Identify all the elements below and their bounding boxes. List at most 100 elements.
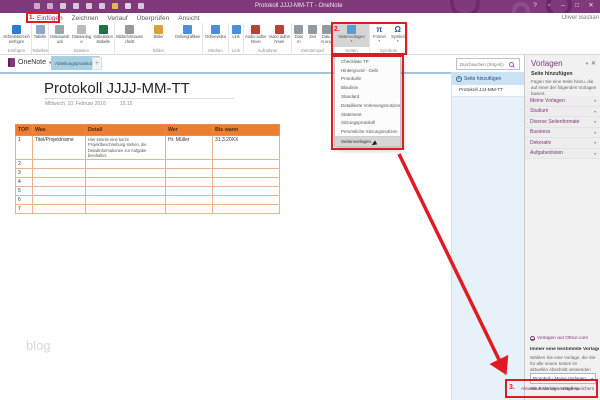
table-cell[interactable] <box>212 159 280 170</box>
table-header-cell[interactable]: Bis wann <box>212 124 280 136</box>
ribbon-display-options-button[interactable]: ▫ <box>542 1 556 11</box>
minimize-button[interactable]: – <box>556 1 570 11</box>
table-cell[interactable] <box>85 204 166 215</box>
ribbon-button-audio-aufnehmen[interactable]: Audio aufnehmen <box>244 23 268 47</box>
table-cell[interactable]: 4 <box>15 177 33 188</box>
table-header-cell[interactable]: Detail <box>85 124 166 136</box>
close-button[interactable]: ✕ <box>584 1 598 11</box>
table-cell[interactable] <box>32 159 86 170</box>
pen-icon[interactable] <box>60 3 66 9</box>
table-cell[interactable] <box>212 186 280 197</box>
ribbon-button-kalkulationstabelle[interactable]: Kalkulationstabelle <box>92 23 114 47</box>
office-com-templates-link[interactable]: Vorlagen auf Office.com <box>530 336 600 341</box>
table-cell[interactable] <box>85 186 166 197</box>
page-title[interactable]: Protokoll JJJJ-MM-TT <box>44 80 190 97</box>
ribbon-button-video-aufnehmen[interactable]: Video aufnehmen <box>268 23 292 47</box>
table-cell[interactable] <box>165 204 213 215</box>
table-cell[interactable] <box>85 159 166 170</box>
template-categories: Meine Vorlagen ▾ Studium ▾ Diverse Seitenfor… <box>525 96 600 159</box>
back-icon[interactable] <box>34 3 40 9</box>
help-button[interactable]: ? <box>528 1 542 11</box>
table-cell[interactable]: 3 <box>15 168 33 179</box>
template-category-studium[interactable]: Studium ▾ <box>525 106 600 117</box>
flag-icon[interactable] <box>73 3 79 9</box>
pane-options-icon[interactable]: ▾ <box>586 61 588 67</box>
ribbon-tab-überprüfen[interactable]: Überprüfen <box>137 15 170 22</box>
search-icon <box>509 61 514 67</box>
ribbon-button-link[interactable]: Link <box>229 23 243 47</box>
add-page-button[interactable]: + Seite hinzufügen <box>452 72 524 85</box>
table-cell[interactable] <box>85 195 166 206</box>
ribbon-button-bildschirmausschnitt[interactable]: Bildschirmausschnitt <box>115 23 144 47</box>
table-cell[interactable] <box>212 204 280 215</box>
table-cell[interactable]: Titel/Projektname <box>32 134 86 161</box>
table-cell[interactable]: 2 <box>15 159 33 170</box>
notebook-icon[interactable] <box>125 3 131 9</box>
table-cell[interactable] <box>32 177 86 188</box>
table-row: 7 <box>15 204 280 215</box>
lightning-icon[interactable] <box>99 3 105 9</box>
screen-clipping-icon <box>125 25 134 34</box>
table-header-cell[interactable]: Was <box>32 124 86 136</box>
ribbon-tab-ansicht[interactable]: Ansicht <box>178 15 199 22</box>
ribbon-button-dateianlage[interactable]: Dateianlage <box>71 23 93 47</box>
undo-icon[interactable] <box>47 3 53 9</box>
template-category-diverse-seitenformate[interactable]: Diverse Seitenformate ▾ <box>525 117 600 128</box>
table-cell[interactable] <box>212 177 280 188</box>
table-cell[interactable] <box>32 195 86 206</box>
record-audio-icon <box>251 25 261 34</box>
table-cell[interactable] <box>165 177 213 188</box>
highlighter-icon[interactable] <box>112 3 118 9</box>
table-header-cell[interactable]: Wer <box>165 124 213 136</box>
table-cell[interactable]: Hier könnte eine kurze Projektbeschreibu… <box>85 134 166 161</box>
file-printout-icon <box>55 25 65 34</box>
ribbon-button-onlinegrafiken[interactable]: Onlinegrafiken <box>173 23 202 47</box>
notebook-dropdown[interactable]: OneNote ▾ <box>8 58 51 67</box>
grid-pen-icon[interactable] <box>138 3 144 9</box>
template-category-meine-vorlagen[interactable]: Meine Vorlagen ▾ <box>525 96 600 107</box>
table-cell[interactable] <box>165 159 213 170</box>
ribbon-tab-verlauf[interactable]: Verlauf <box>107 15 127 22</box>
category-label: Studium <box>530 108 549 115</box>
table-cell[interactable] <box>32 168 86 179</box>
table-cell[interactable]: 31.3.20XX <box>212 134 280 161</box>
table-cell[interactable] <box>165 195 213 206</box>
template-category-dekorativ[interactable]: Dekorativ ▾ <box>525 138 600 149</box>
search-box[interactable] <box>456 58 520 70</box>
ribbon-button-datum[interactable]: Datum <box>292 23 306 47</box>
table-cell[interactable]: 6 <box>15 195 33 206</box>
ribbon-group-link: Link Link <box>229 23 244 54</box>
table-cell[interactable]: 1 <box>15 134 33 161</box>
ribbon-button-tabelle[interactable]: Tabelle <box>32 23 48 47</box>
table-cell[interactable] <box>32 204 86 215</box>
new-section-button[interactable]: + <box>92 57 102 70</box>
template-category-aufgabenlisten[interactable]: Aufgabenlisten ▾ <box>525 148 600 159</box>
table-cell[interactable]: 5 <box>15 186 33 197</box>
table-cell[interactable] <box>85 168 166 179</box>
table-cell[interactable] <box>85 177 166 188</box>
table-cell[interactable] <box>165 168 213 179</box>
close-icon[interactable]: ✕ <box>591 60 596 67</box>
ribbon-button-onlinevideo[interactable]: Onlinevideo <box>203 23 228 47</box>
table-cell[interactable] <box>32 186 86 197</box>
ribbon-button-dateiausdruck[interactable]: Dateiausdruck <box>49 23 71 47</box>
table-cell[interactable] <box>212 195 280 206</box>
ribbon-button-bilder[interactable]: Bilder <box>144 23 173 47</box>
ribbon: Schreibbereich einfügen Einfügen Tabelle Ta… <box>0 23 600 54</box>
ribbon-group-label: Aufnahme <box>257 48 278 53</box>
table-cell[interactable] <box>165 186 213 197</box>
table-cell[interactable]: Hr. Müller <box>165 134 213 161</box>
ribbon-tab-zeichnen[interactable]: Zeichnen <box>72 15 99 22</box>
page-tab-protokoll-jjj-mm-tt[interactable]: Protokoll JJJ-MM-TT <box>452 85 524 97</box>
template-category-business[interactable]: Business ▾ <box>525 127 600 138</box>
table-cell[interactable] <box>212 168 280 179</box>
page-date-line: Mittwoch, 10. Februar 2016 15:15 <box>45 101 132 107</box>
table-cell[interactable]: 7 <box>15 204 33 215</box>
table-header-cell[interactable]: TOP <box>15 124 33 136</box>
search-input[interactable] <box>457 61 509 67</box>
ribbon-button-zeit[interactable]: Zeit <box>306 23 320 47</box>
save-page-as-template-link[interactable]: Aktuelle Seite als Vorlage speichern <box>521 386 598 391</box>
maximize-button[interactable]: □ <box>570 1 584 11</box>
person-icon[interactable] <box>86 3 92 9</box>
ribbon-button-schreibbereich-einfügen[interactable]: Schreibbereich einfügen <box>2 23 31 47</box>
